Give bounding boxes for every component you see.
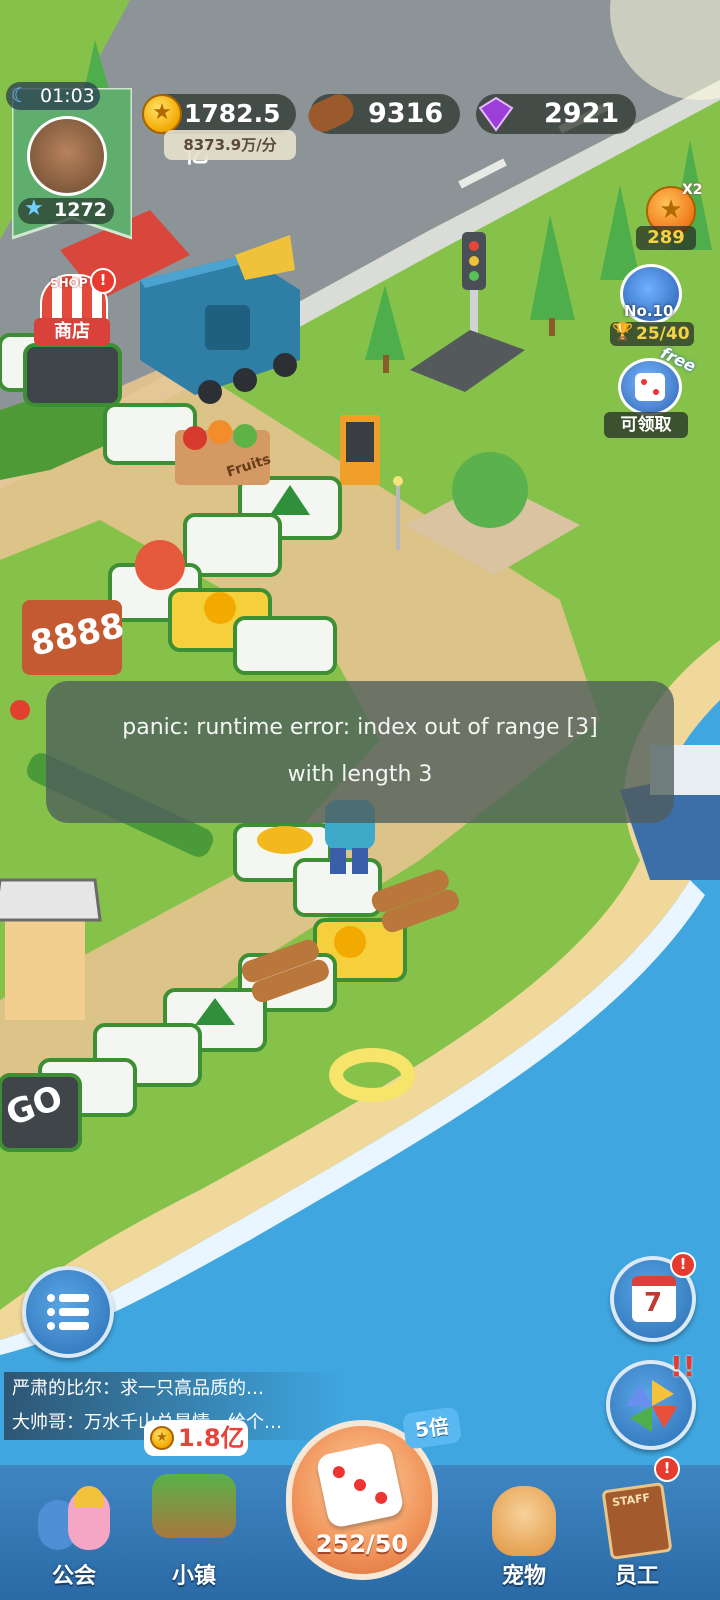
- shop-button[interactable]: SHOP 商店 !: [24, 268, 120, 350]
- x2-count: 289: [636, 226, 696, 250]
- trophy-icon: 🏆: [612, 322, 634, 342]
- town-coin-icon: ★: [150, 1426, 174, 1450]
- pet-dog-icon: [492, 1486, 556, 1556]
- avatar[interactable]: [27, 116, 107, 196]
- wood-value: 9316: [368, 98, 444, 129]
- calendar-alert-badge: !: [670, 1252, 696, 1278]
- nav-pet-label: 宠物: [501, 1564, 546, 1589]
- error-toast: panic: runtime error: index out of range…: [46, 681, 674, 823]
- calendar-day: 7: [644, 1288, 663, 1318]
- wood-counter[interactable]: 9316: [303, 89, 460, 137]
- gem-icon: [478, 96, 514, 132]
- coin-rate: 8373.9万/分: [164, 130, 296, 160]
- shop-sign-text: SHOP: [50, 276, 88, 290]
- x2-label: X2: [682, 182, 703, 198]
- double-coin-button[interactable]: ★ X2 289: [634, 182, 714, 254]
- town-cost-bubble: ★ 1.8亿: [144, 1420, 248, 1456]
- money-bag: [135, 540, 185, 590]
- player-profile-card[interactable]: ★ 1272: [10, 86, 134, 248]
- dice-icon: [315, 1440, 405, 1530]
- error-line-1: panic: runtime error: index out of range…: [122, 715, 598, 740]
- park-tree: [452, 452, 528, 528]
- menu-button[interactable]: [22, 1266, 114, 1358]
- rank-progress: 25/40: [636, 324, 690, 344]
- nav-guild-label: 公会: [51, 1564, 96, 1589]
- chat-line-1[interactable]: 严肃的比尔：求一只高品质的…: [4, 1372, 342, 1406]
- timer-pill: ☾ 01:03: [6, 82, 100, 110]
- red-ball: [10, 700, 30, 720]
- gem-counter[interactable]: 2921: [476, 94, 636, 134]
- calendar-button[interactable]: 7 !: [610, 1252, 696, 1342]
- coin-pile: [257, 826, 313, 854]
- moon-icon: ☾: [11, 83, 29, 107]
- coin-icon: ★: [142, 94, 182, 134]
- town-island-icon: [152, 1474, 236, 1538]
- list-icon: [47, 1294, 89, 1330]
- level-pill: ★ 1272: [18, 196, 114, 224]
- nav-pet[interactable]: 宠物: [474, 1480, 574, 1595]
- gem-value: 2921: [544, 98, 620, 129]
- rank-button[interactable]: No.10 🏆 25/40: [606, 262, 718, 348]
- shop-label: 商店: [34, 318, 110, 346]
- staff-alert-badge: !: [654, 1456, 680, 1482]
- nav-guild[interactable]: 公会: [24, 1480, 124, 1595]
- dice-count: 252/50: [315, 1530, 409, 1558]
- nav-town[interactable]: ★ 1.8亿 小镇: [134, 1420, 254, 1595]
- watch-tower: [0, 878, 102, 1020]
- error-line-2: with length 3: [287, 762, 433, 787]
- shop-alert-badge: !: [90, 268, 116, 294]
- pinwheel-icon: [626, 1380, 678, 1432]
- town-cost-value: 1.8亿: [178, 1424, 245, 1452]
- nav-staff-label: 员工: [614, 1564, 659, 1589]
- timer-value: 01:03: [40, 85, 95, 107]
- rank-label: No.10: [624, 302, 674, 320]
- staff-book-icon: STAFF: [601, 1482, 673, 1560]
- pinwheel-button[interactable]: !!: [606, 1350, 696, 1450]
- star-icon: ★: [24, 196, 44, 221]
- pinwheel-alert: !!: [670, 1350, 696, 1383]
- calendar-icon: 7: [632, 1276, 676, 1322]
- nav-staff[interactable]: STAFF ! 员工: [592, 1456, 702, 1596]
- level-value: 1272: [54, 199, 107, 221]
- free-dice-button[interactable]: free 可领取: [604, 343, 708, 442]
- star-tile-coin-2: [334, 926, 366, 958]
- claim-label: 可领取: [604, 412, 688, 438]
- staff-sign: STAFF: [611, 1491, 651, 1510]
- nav-town-label: 小镇: [171, 1564, 216, 1589]
- guild-characters-icon: [38, 1486, 110, 1556]
- coin-counter[interactable]: ★ 1782.5亿: [142, 94, 296, 168]
- rank-progress-pill: 🏆 25/40: [610, 322, 694, 346]
- star-tile-coin: [204, 592, 236, 624]
